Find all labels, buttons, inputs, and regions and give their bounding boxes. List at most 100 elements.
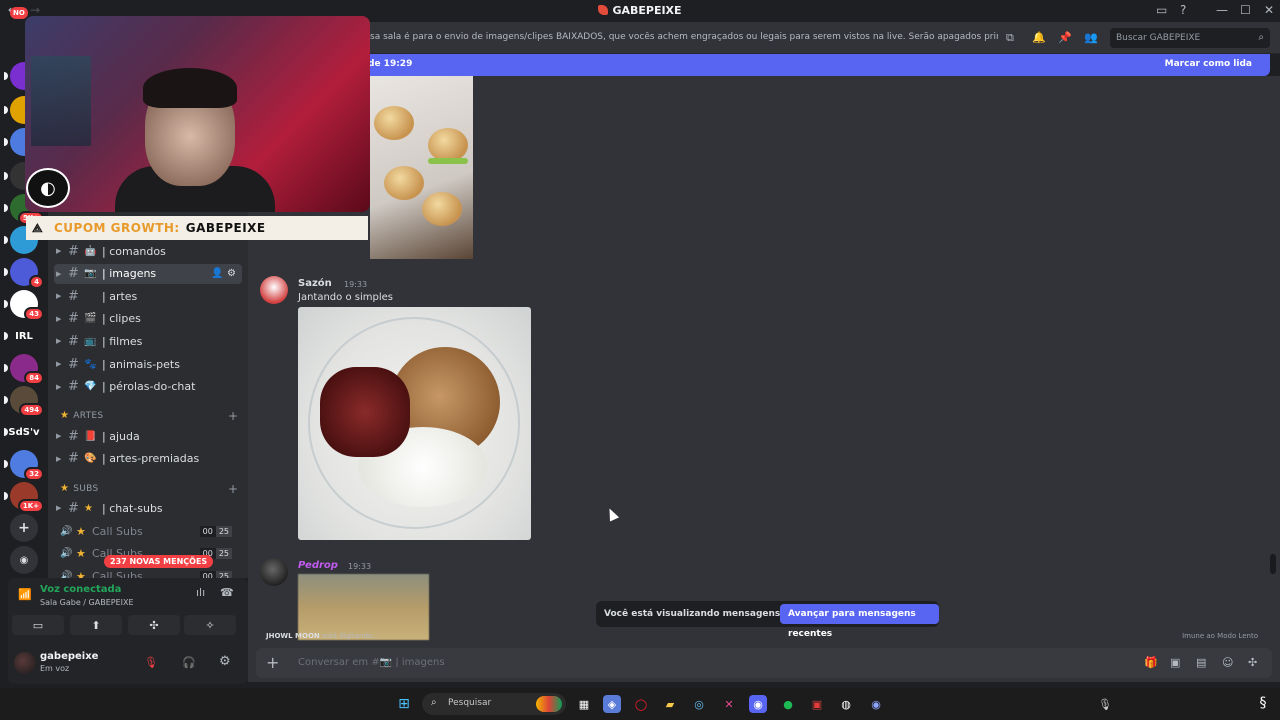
apps-icon[interactable]: ✣ — [1248, 656, 1257, 669]
disconnect-icon[interactable]: ☎ — [220, 586, 234, 599]
avatar[interactable] — [260, 558, 288, 586]
steam-icon[interactable]: ◎ — [690, 695, 708, 713]
message-image-burgers[interactable] — [370, 76, 473, 259]
mute-mic-icon[interactable]: 🎙 — [144, 656, 158, 669]
channel-emoji: 📕 — [84, 430, 97, 442]
deafen-icon[interactable]: 🎧 — [182, 656, 196, 669]
message-composer[interactable]: + Conversar em #📷 | imagens 🎁 ▣ ▤ ☺ ✣ — [256, 648, 1272, 678]
user-max: 25 — [215, 570, 232, 578]
discover-icon[interactable]: ◉ — [10, 546, 38, 574]
invite-icon[interactable]: 👤 — [211, 268, 223, 279]
jump-to-present-button[interactable]: Avançar para mensagens recentes — [780, 604, 939, 639]
help-icon[interactable]: ? — [1180, 3, 1186, 17]
close-icon[interactable]: ✕ — [1264, 3, 1274, 17]
category-subs[interactable]: ★ SUBS + — [60, 482, 238, 496]
message-image-blurred[interactable] — [298, 574, 429, 640]
voice-channel[interactable]: Sala Gabe / GABEPEIXE — [40, 598, 134, 607]
message-image-food[interactable] — [298, 307, 531, 540]
taskbar-search-placeholder: Pesquisar — [448, 698, 492, 708]
channel-chat-subs[interactable]: ▶ # ★ | chat-subs — [54, 498, 242, 518]
channel-item[interactable]: ▶ # 🎬 | clipes — [54, 309, 242, 329]
channel-item[interactable]: ▶ # 📕 | ajuda — [54, 426, 242, 446]
channel-item[interactable]: ▶ # 🐾 | animais-pets — [54, 354, 242, 374]
chevron-right-icon: ▶ — [56, 337, 62, 346]
unread-pip — [4, 428, 8, 436]
tray-app-icon[interactable]: § — [1252, 692, 1274, 714]
server-icon[interactable]: 43 — [4, 290, 44, 321]
pin-icon[interactable]: 📌 — [1058, 31, 1072, 44]
channel-item[interactable]: ▶ # 💎 | pérolas-do-chat — [54, 377, 242, 397]
add-channel-icon[interactable]: + — [228, 482, 238, 496]
channel-topic[interactable]: sa sala é para o envio de imagens/clipes… — [370, 32, 998, 42]
task-view-icon[interactable]: ▦ — [575, 695, 593, 713]
windows-start-icon[interactable]: ⊞ — [395, 695, 413, 713]
media-app-icon[interactable]: ▣ — [808, 695, 826, 713]
threads-icon[interactable]: ⧉ — [1006, 31, 1014, 45]
activities-button[interactable]: ✣ — [128, 615, 180, 635]
burger-shape — [374, 106, 414, 140]
emoji-icon[interactable]: ☺ — [1222, 656, 1233, 669]
camera-button[interactable]: ▭ — [12, 615, 64, 635]
opera-icon[interactable]: ◯ — [632, 695, 650, 713]
avatar[interactable] — [14, 652, 36, 674]
file-explorer-icon[interactable]: ▰ — [661, 695, 679, 713]
channel-name: | chat-subs — [102, 501, 163, 515]
hash-icon: # — [68, 243, 79, 259]
inbox-icon[interactable]: ▭ — [1156, 3, 1167, 17]
signal-icon[interactable]: 📶 — [18, 588, 32, 601]
gear-icon[interactable]: ⚙ — [219, 654, 231, 669]
copilot-icon[interactable]: ◈ — [603, 695, 621, 713]
app-icon[interactable]: ◉ — [867, 695, 885, 713]
server-icon[interactable]: 1K+ — [4, 482, 44, 513]
search-icon: ⌕ — [1258, 32, 1264, 43]
server-icon[interactable]: 4 — [4, 258, 44, 289]
new-mentions-badge[interactable]: 237 NOVAS MENÇÕES — [104, 555, 214, 568]
server-logo-icon — [598, 5, 609, 15]
add-server-icon[interactable]: + — [10, 514, 38, 542]
channel-item[interactable]: ▶ # 📷 | imagens 👤 ⚙ — [54, 263, 242, 284]
channel-emoji: 💎 — [84, 381, 97, 393]
members-icon[interactable]: 👥 — [1084, 31, 1098, 44]
coupon-banner: ⟁ CUPOM GROWTH: GABEPEIXE — [26, 216, 368, 240]
message-author[interactable]: Pedrop — [298, 560, 338, 571]
server-icon[interactable]: 32 — [4, 450, 44, 481]
server-icon[interactable]: IRL — [4, 322, 38, 350]
microphone-icon[interactable]: 🎙 — [1096, 695, 1114, 713]
maximize-icon[interactable]: ☐ — [1240, 3, 1251, 17]
noise-suppression-icon[interactable]: ılı — [196, 586, 205, 599]
server-icon[interactable]: SdS'v — [4, 418, 40, 446]
category-artes[interactable]: ★ ARTES + — [60, 409, 238, 423]
search-input[interactable]: Buscar GABEPEIXE ⌕ — [1110, 28, 1270, 48]
gift-icon[interactable]: 🎁 — [1144, 656, 1158, 669]
server-badge: 1K+ — [17, 499, 44, 513]
obs-icon[interactable]: ◍ — [837, 695, 855, 713]
voice-channel-item[interactable]: 🔊 ★ Call Subs 00 25 — [54, 521, 242, 541]
minimize-icon[interactable]: — — [1216, 3, 1228, 17]
spotify-icon[interactable]: ● — [779, 695, 797, 713]
avatar[interactable] — [260, 276, 288, 304]
mark-as-read-button[interactable]: Marcar como lida — [1165, 59, 1252, 69]
user-max: 25 — [215, 548, 232, 560]
server-icon[interactable]: 494 — [4, 386, 44, 417]
message-author[interactable]: Sazón — [298, 278, 332, 289]
channel-item[interactable]: ▶ # 🤖 | comandos — [54, 241, 242, 261]
screen-share-button[interactable]: ⬆ — [70, 615, 122, 635]
capcut-icon[interactable]: ✕ — [720, 695, 738, 713]
scrollbar-thumb[interactable] — [1270, 554, 1276, 574]
discord-taskbar-icon[interactable]: ◉ — [749, 695, 767, 713]
new-messages-bar[interactable]: de 19:29 Marcar como lida — [256, 54, 1270, 76]
gif-icon[interactable]: ▣ — [1170, 656, 1180, 669]
gear-icon[interactable]: ⚙ — [227, 268, 236, 279]
soundboard-button[interactable]: ✧ — [184, 615, 236, 635]
voice-status[interactable]: Voz conectada — [40, 584, 121, 595]
channel-item[interactable]: ▶ # 📺 | filmes — [54, 331, 242, 351]
sticker-icon[interactable]: ▤ — [1196, 656, 1206, 669]
channel-actions[interactable]: 👤 ⚙ — [211, 268, 236, 279]
add-channel-icon[interactable]: + — [228, 409, 238, 423]
bell-icon[interactable]: 🔔 — [1032, 31, 1046, 44]
channel-item[interactable]: ▶ # 🎨 | artes-premiadas — [54, 449, 242, 469]
taskbar-search[interactable]: ⌕ Pesquisar — [422, 693, 566, 715]
server-icon[interactable]: 84 — [4, 354, 44, 385]
attach-plus-icon[interactable]: + — [266, 653, 279, 672]
channel-item[interactable]: ▶ # | artes — [54, 286, 242, 306]
